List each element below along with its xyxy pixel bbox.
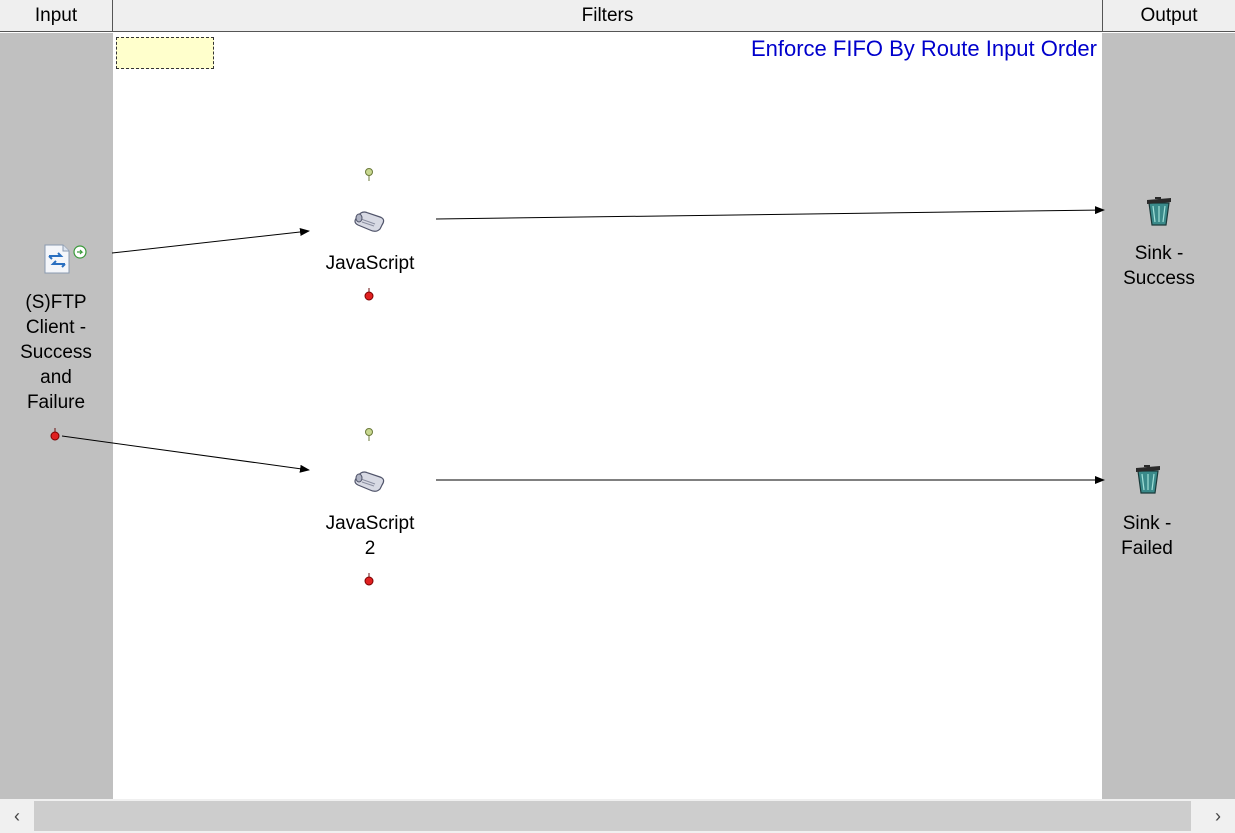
- filter-javascript-label: JavaScript: [300, 251, 440, 276]
- output-sink-failed-label: Sink - Failed: [1106, 511, 1188, 561]
- scroll-left-icon[interactable]: ‹: [7, 806, 27, 827]
- label-line: Failure: [26, 392, 86, 413]
- label-line: Success: [1123, 268, 1195, 289]
- input-node-label: (S)FTP Client - Success and Failure: [4, 290, 108, 415]
- connection-wires: [50, 168, 1105, 586]
- trash-bin-icon[interactable]: [1144, 194, 1174, 233]
- label-line: Client -: [25, 317, 87, 338]
- wire-javascript-to-sink-success: [435, 206, 1105, 220]
- label-line: JavaScript: [325, 253, 415, 274]
- label-line: Sink -: [1122, 513, 1172, 534]
- horizontal-scrollbar[interactable]: ‹ ›: [0, 799, 1235, 833]
- filter-javascript2-label: JavaScript 2: [300, 511, 440, 561]
- ftp-client-icon[interactable]: [42, 242, 90, 281]
- scroll-thumb[interactable]: [34, 801, 1191, 831]
- label-line: Failed: [1121, 538, 1173, 559]
- failure-port-icon: [364, 288, 374, 301]
- label-line: Success: [20, 342, 92, 363]
- trash-bin-icon[interactable]: [1133, 462, 1163, 501]
- failure-port-icon: [50, 428, 60, 441]
- label-line: JavaScript: [325, 513, 415, 534]
- label-line: and: [40, 367, 72, 388]
- label-line: Sink -: [1134, 243, 1184, 264]
- label-line: 2: [364, 538, 376, 559]
- success-port-icon: [365, 428, 373, 441]
- script-scroll-icon[interactable]: [352, 208, 388, 241]
- label-line: (S)FTP: [25, 292, 87, 313]
- scroll-right-icon[interactable]: ›: [1208, 806, 1228, 827]
- failure-port-icon: [364, 573, 374, 586]
- success-port-icon: [365, 168, 373, 181]
- script-scroll-icon[interactable]: [352, 468, 388, 501]
- wire-input-to-javascript: [111, 228, 310, 254]
- output-sink-success-label: Sink - Success: [1106, 241, 1212, 291]
- wire-input-failure-to-javascript2: [61, 435, 310, 473]
